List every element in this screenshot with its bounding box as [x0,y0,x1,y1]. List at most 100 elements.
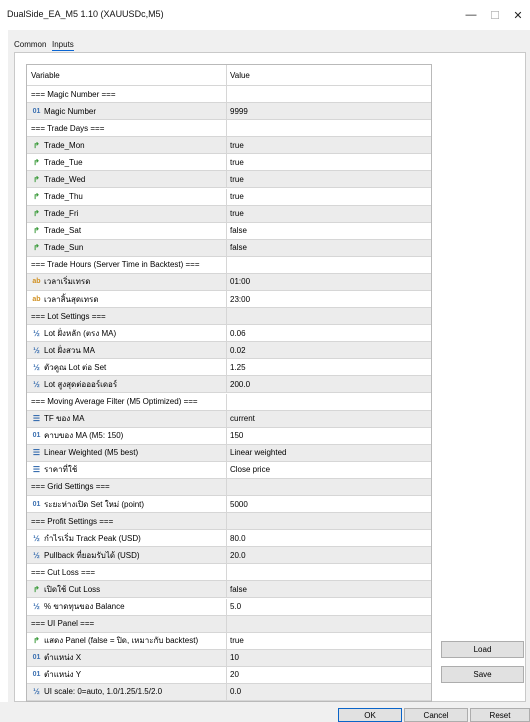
table-row[interactable]: ↱ Trade_Sun false [27,239,431,257]
parameter-name-cell: ↱ Trade_Fri [31,206,227,222]
parameter-name: Trade_Wed [44,174,86,184]
parameter-value[interactable]: 0.02 [230,342,246,358]
parameter-name-cell: ½ Pullback ที่ยอมรับได้ (USD) [31,547,227,563]
table-row[interactable]: ↱ Trade_Fri true [27,205,431,223]
minimize-icon[interactable]: — [459,5,483,25]
parameter-value[interactable]: 9999 [230,103,248,119]
parameter-name: ตำแหน่ง X [44,653,82,663]
parameter-value[interactable]: 0.06 [230,325,246,341]
parameter-value[interactable]: Linear weighted [230,445,286,461]
parameter-name: % ขาดทุนของ Balance [44,602,125,612]
parameter-value[interactable]: false [230,581,247,597]
table-row[interactable]: ½ Lot ฝั่งหลัก (ตรง MA) 0.06 [27,325,431,343]
parameter-value[interactable]: false [230,223,247,239]
parameter-name: === Lot Settings === [31,311,106,321]
parameter-name: ตัวคูณ Lot ต่อ Set [44,362,107,372]
parameter-name-cell: 01 ตำแหน่ง Y [31,667,227,683]
boolean-icon: ↱ [33,192,40,202]
parameter-value[interactable]: 20.0 [230,547,246,563]
parameter-value[interactable]: 1.25 [230,359,246,375]
parameter-value[interactable]: current [230,411,255,427]
table-row[interactable]: 01 คาบของ MA (M5: 150) 150 [27,427,431,445]
double-icon: ½ [33,379,40,389]
parameter-value[interactable]: 5000 [230,496,248,512]
parameter-value[interactable]: 01:00 [230,274,250,290]
table-row[interactable]: ↱ Trade_Wed true [27,171,431,189]
double-icon: ½ [33,533,40,543]
table-row[interactable]: === Profit Settings === [27,513,431,531]
reset-button[interactable]: Reset [470,708,530,722]
parameter-value[interactable]: true [230,189,244,205]
column-divider [226,120,227,137]
parameter-value[interactable]: true [230,633,244,649]
parameter-value[interactable]: true [230,137,244,153]
save-button[interactable]: Save [441,666,524,683]
table-row[interactable]: === Moving Average Filter (M5 Optimized)… [27,393,431,411]
ok-button[interactable]: OK [338,708,402,722]
parameter-value[interactable]: 80.0 [230,530,246,546]
parameter-name: === Trade Days === [31,123,105,133]
parameter-value[interactable]: true [230,154,244,170]
table-row[interactable]: === UI Panel === [27,615,431,633]
maximize-icon[interactable]: ☐ [483,5,507,25]
table-row[interactable]: ab เวลาเริ่มเทรด 01:00 [27,273,431,291]
table-row[interactable]: ↱ แสดง Panel (false = ปิด, เหมาะกับ backt… [27,632,431,650]
table-row[interactable]: === Trade Days === [27,120,431,138]
cancel-button[interactable]: Cancel [404,708,468,722]
parameter-value[interactable]: 20 [230,667,239,683]
table-row[interactable]: ½ UI scale: 0=auto, 1.0/1.25/1.5/2.0 0.0 [27,683,431,701]
table-row[interactable]: ½ ตัวคูณ Lot ต่อ Set 1.25 [27,359,431,377]
column-divider [226,188,227,205]
table-row[interactable]: 01 ตำแหน่ง Y 20 [27,666,431,684]
parameter-value[interactable]: false [230,240,247,256]
table-row[interactable]: ↱ เปิดใช้ Cut Loss false [27,581,431,599]
table-row[interactable]: ½ Pullback ที่ยอมรับได้ (USD) 20.0 [27,547,431,565]
table-row[interactable]: ↱ Trade_Mon true [27,137,431,155]
parameter-value[interactable]: true [230,206,244,222]
parameter-value[interactable]: 150 [230,428,243,444]
table-row[interactable]: === Grid Settings === [27,478,431,496]
parameter-name: === UI Panel === [31,619,95,629]
table-row[interactable]: ↱ Trade_Sat false [27,222,431,240]
table-row[interactable]: ↱ Trade_Thu true [27,188,431,206]
table-row[interactable]: ☰ TF ของ MA current [27,410,431,428]
parameter-value[interactable]: 10 [230,650,239,666]
table-row[interactable]: ½ Lot สูงสุดต่อออร์เดอร์ 200.0 [27,376,431,394]
table-row[interactable]: === Trade Hours (Server Time in Backtest… [27,256,431,274]
table-row[interactable]: ☰ ราคาที่ใช้ Close price [27,461,431,479]
boolean-icon: ↱ [33,584,40,594]
integer-icon: 01 [32,500,41,508]
table-row[interactable]: === Cut Loss === [27,564,431,582]
tab-inputs[interactable]: Inputs [52,40,74,51]
parameter-name: Magic Number [44,106,97,116]
table-row[interactable]: ½ % ขาดทุนของ Balance 5.0 [27,598,431,616]
table-row[interactable]: === Lot Settings === [27,308,431,326]
parameter-name: ระยะห่างเปิด Set ใหม่ (point) [44,499,145,509]
table-row[interactable]: 01 ตำแหน่ง X 10 [27,649,431,667]
table-row[interactable]: === Magic Number === [27,86,431,104]
double-icon: ½ [33,362,40,372]
parameter-value[interactable]: 23:00 [230,291,250,307]
column-header-variable[interactable]: Variable [31,65,227,85]
parameter-value[interactable]: Close price [230,462,270,478]
column-divider [226,154,227,171]
parameter-value[interactable]: 200.0 [230,376,250,392]
load-button[interactable]: Load [441,641,524,658]
parameter-value[interactable]: true [230,171,244,187]
table-row[interactable]: ☰ Linear Weighted (M5 best) Linear weighte… [27,444,431,462]
table-row[interactable]: ab เวลาสิ้นสุดเทรด 23:00 [27,291,431,309]
inputs-table: Variable Value === Magic Number === 01 Mag… [26,64,432,702]
parameter-value[interactable]: 0.0 [230,684,241,700]
parameter-value[interactable]: 5.0 [230,599,241,615]
boolean-icon: ↱ [33,140,40,150]
close-icon[interactable]: ✕ [506,5,530,25]
table-row[interactable]: 01 Magic Number 9999 [27,103,431,121]
table-row[interactable]: ½ Lot ฝั่งสวน MA 0.02 [27,342,431,360]
double-icon: ½ [33,550,40,560]
table-row[interactable]: ½ กำไรเริ่ม Track Peak (USD) 80.0 [27,530,431,548]
tab-common[interactable]: Common [14,40,46,49]
column-header-value[interactable]: Value [230,65,250,85]
table-row[interactable]: ↱ Trade_Tue true [27,154,431,172]
column-divider [226,564,227,581]
table-row[interactable]: 01 ระยะห่างเปิด Set ใหม่ (point) 5000 [27,496,431,514]
